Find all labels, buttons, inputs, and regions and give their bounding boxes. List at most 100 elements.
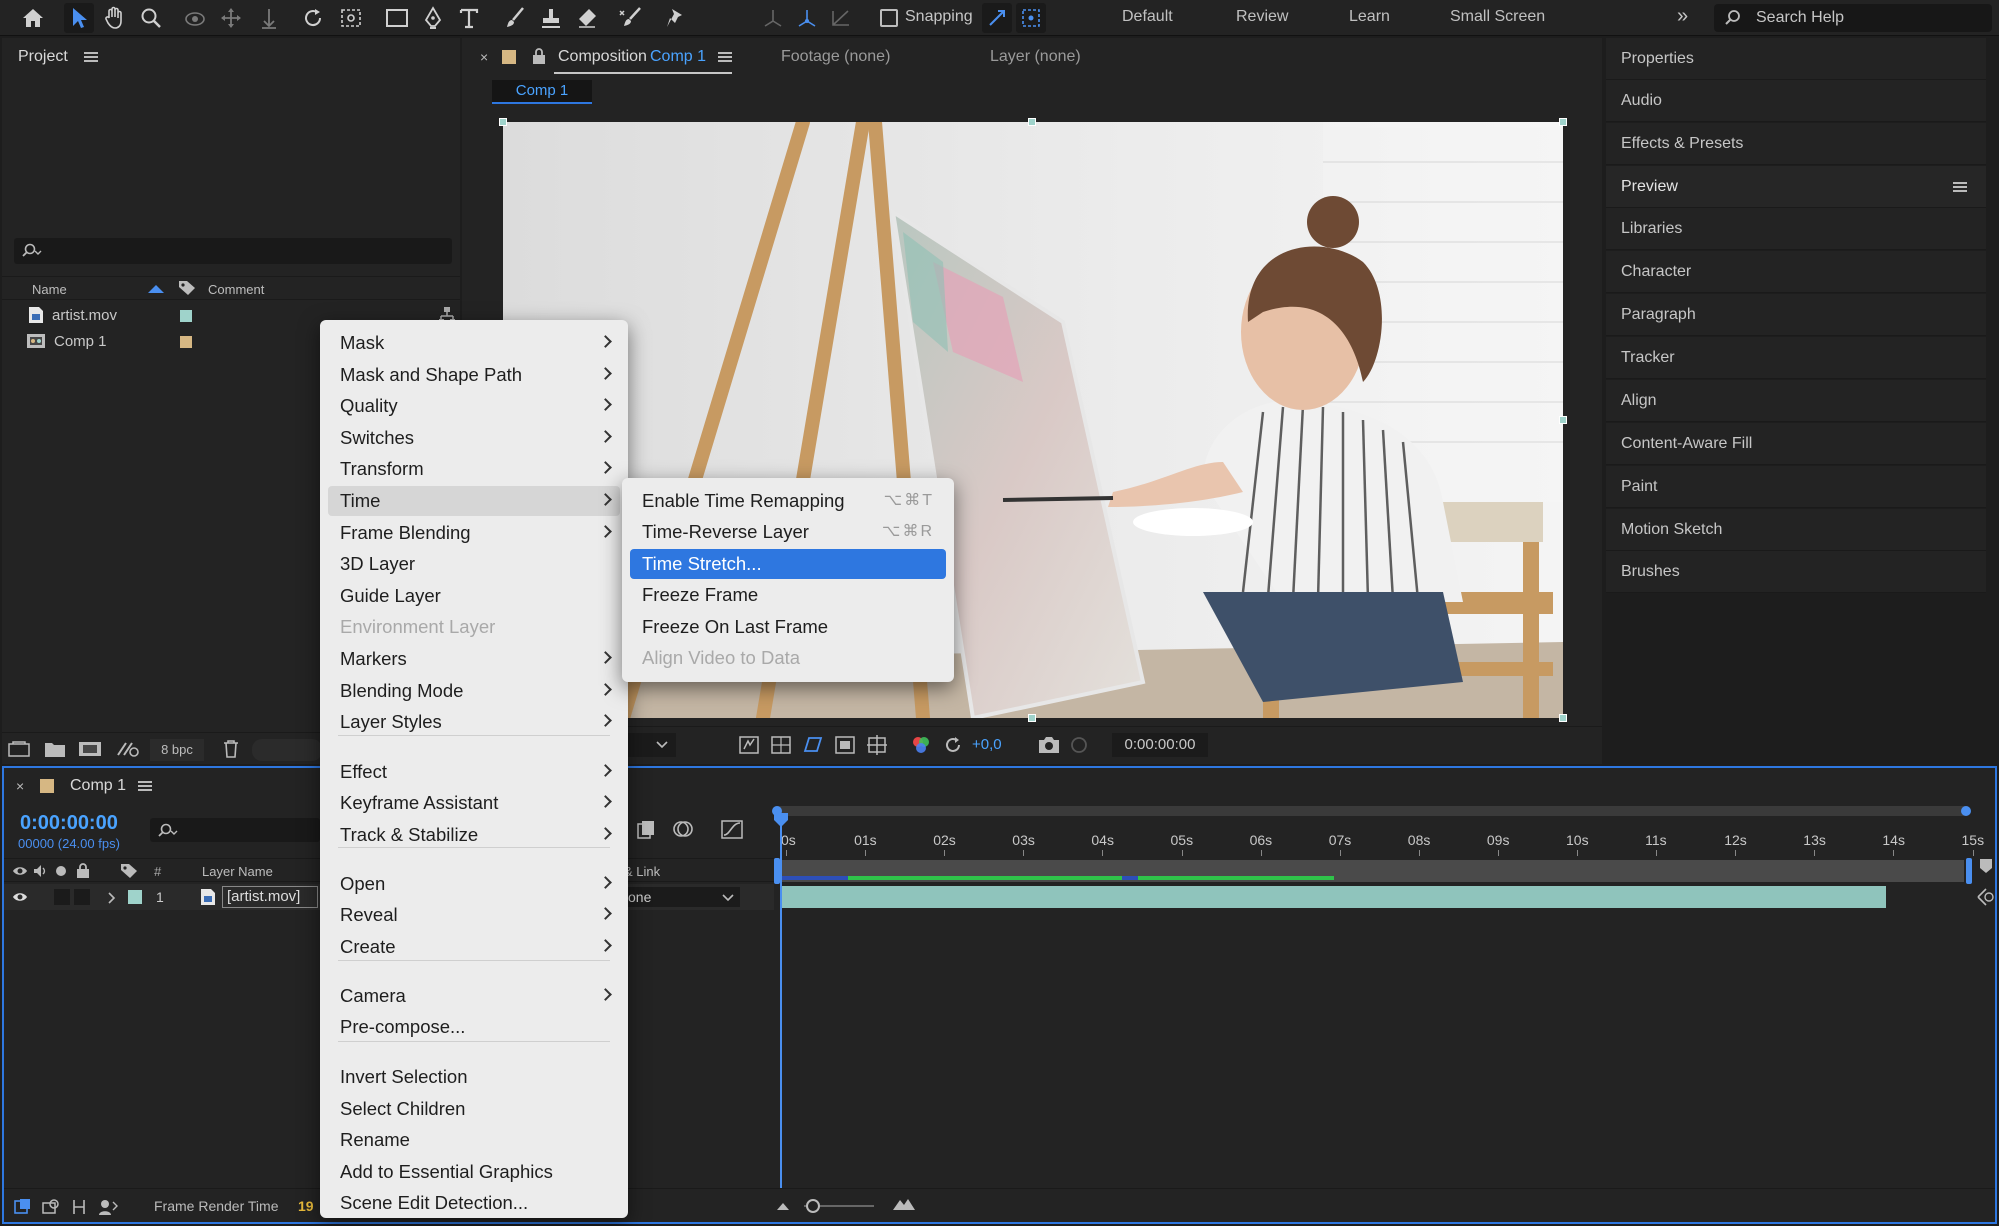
menu-item-select-children[interactable]: Select Children (328, 1094, 620, 1124)
new-folder-icon[interactable] (44, 740, 66, 758)
axis-local-icon[interactable] (758, 3, 788, 33)
label-column-icon[interactable] (120, 863, 138, 879)
hand-tool-icon[interactable] (100, 3, 130, 33)
label-column-icon[interactable] (178, 280, 196, 296)
menu-item-guide-layer[interactable]: Guide Layer (328, 581, 620, 611)
lock-icon[interactable] (76, 862, 90, 879)
name-column-header[interactable]: Name (32, 282, 67, 297)
playhead-handle-icon[interactable] (773, 812, 789, 828)
snapshot-camera-icon[interactable] (1037, 734, 1061, 756)
color-depth-button[interactable]: 8 bpc (150, 739, 204, 761)
menu-item-markers[interactable]: Markers (328, 644, 620, 674)
viewer-timecode[interactable]: 0:00:00:00 (1112, 733, 1208, 757)
layer-name[interactable]: [artist.mov] (222, 886, 318, 908)
search-help-field[interactable]: Search Help (1714, 4, 1992, 32)
rotation-tool-icon[interactable] (298, 3, 328, 33)
menu-item-3d-layer[interactable]: 3D Layer (328, 549, 620, 579)
panel-content-aware-fill[interactable]: Content-Aware Fill (1606, 423, 1986, 465)
menu-item-quality[interactable]: Quality (328, 391, 620, 421)
puppet-pin-icon[interactable] (660, 3, 690, 33)
in-out-bracket-icon[interactable] (1974, 886, 1996, 908)
interpret-footage-icon[interactable] (8, 741, 30, 757)
home-icon[interactable] (18, 3, 48, 33)
comment-column-header[interactable]: Comment (208, 282, 264, 297)
zoom-tool-icon[interactable] (136, 3, 166, 33)
region-of-interest-icon[interactable] (834, 734, 856, 756)
project-search-input[interactable] (14, 238, 452, 264)
timeline-tab[interactable]: Comp 1 (70, 777, 126, 795)
comp-breadcrumb[interactable]: Comp 1 (492, 80, 592, 104)
menu-item-create[interactable]: Create (328, 932, 620, 962)
chevron-right-icon[interactable] (108, 892, 116, 904)
project-settings-icon[interactable] (116, 740, 140, 758)
panel-align[interactable]: Align (1606, 380, 1986, 422)
layer-label-swatch[interactable] (128, 890, 142, 904)
menu-item-transform[interactable]: Transform (328, 454, 620, 484)
project-tab[interactable]: Project (18, 48, 68, 66)
solo-switch[interactable] (54, 889, 70, 905)
render-time-toggle-icon[interactable] (98, 1198, 118, 1216)
transform-handle[interactable] (1028, 118, 1036, 126)
more-workspaces-icon[interactable]: » (1677, 5, 1688, 28)
workspace-review[interactable]: Review (1236, 8, 1288, 26)
orbit-camera-icon[interactable] (180, 3, 210, 33)
composition-tab-label[interactable]: Composition (558, 48, 647, 66)
menu-item-freeze-on-last-frame[interactable]: Freeze On Last Frame (630, 612, 946, 642)
work-area-end-handle[interactable] (1966, 858, 1972, 884)
layer-switches-toggle-icon[interactable] (14, 1198, 32, 1216)
parent-dropdown[interactable]: one (622, 887, 740, 907)
lock-icon[interactable] (532, 47, 546, 65)
transfer-controls-toggle-icon[interactable] (42, 1198, 60, 1216)
label-color-swatch[interactable] (180, 310, 192, 322)
menu-item-time[interactable]: Time (328, 486, 620, 516)
motion-blur-icon[interactable] (672, 818, 694, 840)
transform-handle[interactable] (1028, 714, 1036, 722)
sort-ascending-icon[interactable] (148, 285, 164, 293)
transparency-grid-icon[interactable] (770, 734, 792, 756)
panel-tracker[interactable]: Tracker (1606, 337, 1986, 379)
footage-tab[interactable]: Footage (none) (781, 48, 890, 66)
fast-preview-icon[interactable] (738, 734, 760, 756)
close-icon[interactable]: × (480, 49, 488, 65)
timeline-search-input[interactable] (150, 818, 320, 842)
layer-tab[interactable]: Layer (none) (990, 48, 1081, 66)
menu-item-pre-compose[interactable]: Pre-compose... (328, 1012, 620, 1042)
menu-item-scene-edit-detection[interactable]: Scene Edit Detection... (328, 1188, 620, 1218)
menu-item-mask[interactable]: Mask (328, 328, 620, 358)
menu-item-time-reverse-layer[interactable]: Time-Reverse Layer ⌥⌘R (630, 517, 946, 547)
menu-item-reveal[interactable]: Reveal (328, 900, 620, 930)
eraser-tool-icon[interactable] (572, 3, 602, 33)
timeline-timecode[interactable]: 0:00:00:00 (20, 812, 118, 835)
snap-points-icon[interactable] (1016, 3, 1046, 33)
menu-item-open[interactable]: Open (328, 869, 620, 899)
eye-icon[interactable] (12, 865, 28, 877)
panel-effects-presets[interactable]: Effects & Presets (1606, 123, 1986, 165)
comp-marker-bin-icon[interactable] (1978, 858, 1994, 874)
anchor-point-tool-icon[interactable] (336, 3, 366, 33)
mask-visibility-icon[interactable] (802, 734, 824, 756)
brush-tool-icon[interactable] (500, 3, 530, 33)
close-icon[interactable]: × (16, 778, 24, 794)
workspace-default[interactable]: Default (1122, 8, 1173, 26)
panel-paint[interactable]: Paint (1606, 466, 1986, 508)
zoom-out-mountain-icon[interactable] (776, 1201, 790, 1211)
time-navigator[interactable] (772, 806, 1971, 816)
panel-properties[interactable]: Properties (1606, 38, 1986, 80)
panel-character[interactable]: Character (1606, 251, 1986, 293)
navigator-end-handle[interactable] (1961, 806, 1971, 816)
transform-handle[interactable] (1559, 714, 1567, 722)
channel-rgb-icon[interactable] (910, 734, 932, 756)
trash-icon[interactable] (222, 739, 240, 759)
menu-item-switches[interactable]: Switches (328, 423, 620, 453)
panel-audio[interactable]: Audio (1606, 80, 1986, 122)
eye-icon[interactable] (12, 891, 28, 903)
zoom-in-mountain-icon[interactable] (892, 1197, 916, 1211)
layer-duration-bar[interactable] (780, 886, 1886, 908)
panel-brushes[interactable]: Brushes (1606, 551, 1986, 593)
show-snapshot-icon[interactable] (1068, 734, 1090, 756)
menu-item-frame-blending[interactable]: Frame Blending (328, 518, 620, 548)
playhead-line[interactable] (780, 816, 782, 1188)
preview-menu-icon[interactable] (1953, 182, 1967, 192)
panel-libraries[interactable]: Libraries (1606, 208, 1986, 250)
graph-editor-icon[interactable] (720, 818, 744, 840)
